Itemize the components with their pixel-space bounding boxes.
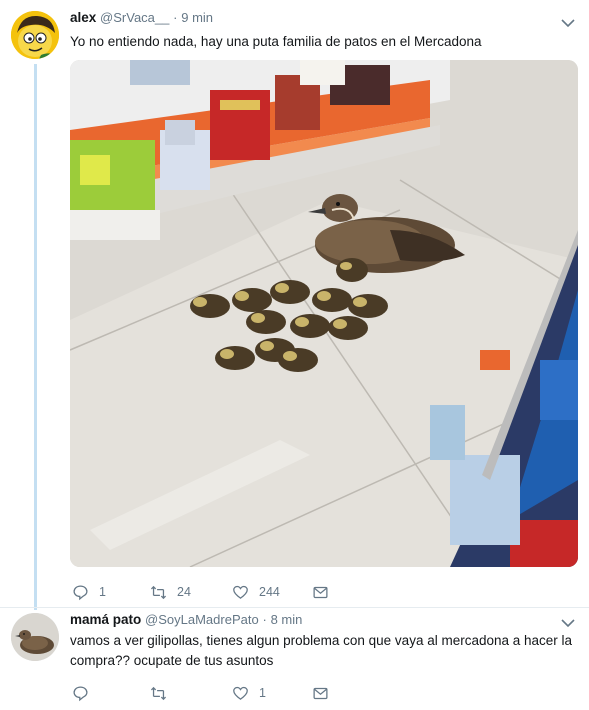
like-button[interactable]: 244 [232,581,280,603]
tweet-original[interactable]: alex @SrVaca__ · 9 min Yo no entiendo na… [0,0,589,610]
tweet-header: mamá pato @SoyLaMadrePato · 8 min [70,612,302,627]
retweet-button[interactable]: 24 [150,581,191,603]
heart-icon [233,585,248,599]
like-button[interactable]: 1 [232,682,266,704]
separator-dot: · [173,10,178,25]
like-count: 1 [259,686,266,700]
duck-avatar-icon[interactable] [11,613,59,661]
retweet-button[interactable] [150,682,177,704]
direct-message-button[interactable] [312,682,339,704]
direct-message-button[interactable] [312,581,339,603]
user-handle[interactable]: @SoyLaMadrePato [145,612,259,627]
chevron-down-icon[interactable] [561,18,575,28]
like-count: 244 [259,585,280,599]
tweet-text: Yo no entiendo nada, hay una puta famili… [70,34,482,49]
timestamp[interactable]: 8 min [271,612,303,627]
ducks-in-supermarket-photo[interactable] [70,60,578,567]
thread-connector-line [34,64,37,610]
reply-count: 1 [99,585,106,599]
user-handle[interactable]: @SrVaca__ [100,10,169,25]
retweet-icon [150,686,167,700]
reply-icon [73,685,88,701]
cartoon-avatar-icon[interactable] [11,11,59,59]
envelope-icon [313,586,328,598]
timestamp[interactable]: 9 min [181,10,213,25]
display-name[interactable]: mamá pato [70,612,141,627]
tweet-header: alex @SrVaca__ · 9 min [70,10,213,25]
envelope-icon [313,687,328,699]
retweet-icon [150,585,167,599]
separator-dot: · [262,612,267,627]
reply-button[interactable] [72,682,99,704]
retweet-count: 24 [177,585,191,599]
display-name[interactable]: alex [70,10,96,25]
tweet-text: vamos a ver gilipollas, tienes algun pro… [70,633,573,668]
chevron-down-icon[interactable] [561,618,575,628]
reply-button[interactable]: 1 [72,581,106,603]
heart-icon [233,686,248,700]
reply-icon [73,584,88,600]
